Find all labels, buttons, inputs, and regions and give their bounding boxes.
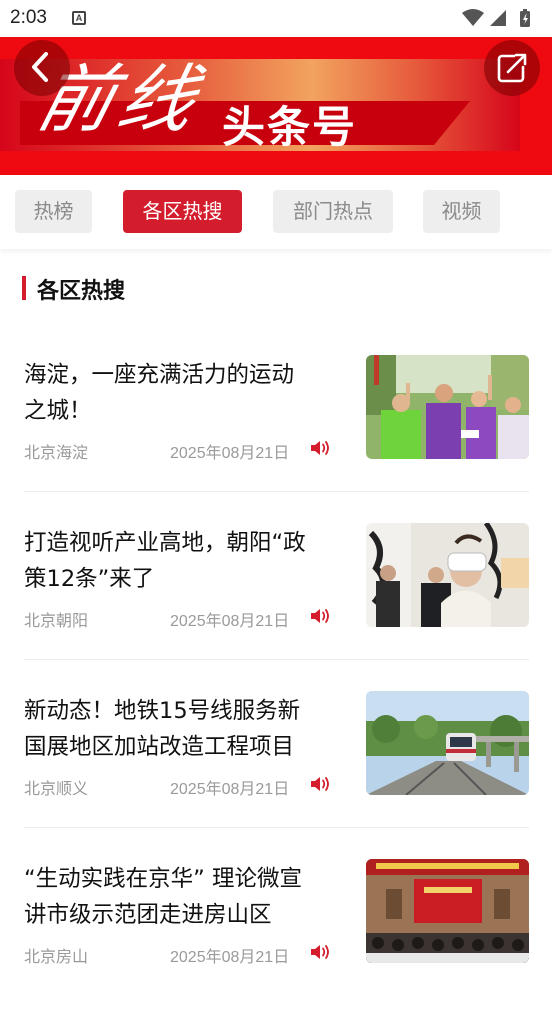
news-item[interactable]: 新动态！地铁15号线服务新 国展地区加站改造工程项目 北京顺义 2025年08月… — [0, 676, 552, 844]
header-banner: 前线 头条号 — [0, 37, 552, 175]
status-bar: 2:03 A — [0, 0, 552, 37]
news-thumbnail-subway[interactable] — [366, 691, 529, 795]
speaker-icon[interactable] — [310, 439, 332, 457]
news-date: 2025年08月21日 — [170, 781, 290, 798]
banner-title: 头条号 — [222, 103, 357, 153]
battery-icon — [520, 9, 530, 27]
news-source: 北京顺义 — [24, 779, 89, 798]
speaker-icon[interactable] — [310, 943, 332, 961]
news-source: 北京房山 — [24, 947, 89, 966]
news-divider — [24, 659, 529, 660]
news-source: 北京朝阳 — [24, 611, 89, 630]
category-tabs: 热榜 各区热搜 部门热点 视频 — [0, 175, 552, 249]
speaker-icon[interactable] — [310, 607, 332, 625]
news-title[interactable]: 打造视听产业高地，朝阳“政 策12条”来了 — [24, 525, 340, 597]
news-title-line: 海淀，一座充满活力的运动 — [24, 362, 295, 388]
news-title-line: 之城！ — [24, 398, 92, 424]
news-title[interactable]: 新动态！地铁15号线服务新 国展地区加站改造工程项目 — [24, 693, 340, 765]
news-item[interactable]: “生动实践在京华” 理论微宣 讲市级示范团走进房山区 北京房山 2025年08月… — [0, 844, 552, 1012]
news-date: 2025年08月21日 — [170, 445, 290, 462]
news-title[interactable]: “生动实践在京华” 理论微宣 讲市级示范团走进房山区 — [24, 861, 340, 933]
signal-icon — [490, 10, 506, 26]
news-thumbnail-vr[interactable] — [366, 523, 529, 627]
back-button[interactable] — [14, 40, 70, 96]
tab-district-hot[interactable]: 各区热搜 — [123, 190, 242, 233]
news-title-line: 新动态！地铁15号线服务新 — [24, 698, 301, 724]
news-title-line: 打造视听产业高地，朝阳“政 — [24, 530, 306, 556]
section-title: 各区热搜 — [37, 279, 126, 304]
news-thumbnail-runners[interactable] — [366, 355, 529, 459]
news-date: 2025年08月21日 — [170, 613, 290, 630]
news-item[interactable]: 打造视听产业高地，朝阳“政 策12条”来了 北京朝阳 2025年08月21日 — [0, 508, 552, 676]
notification-a-icon: A — [72, 11, 86, 25]
status-time: 2:03 — [10, 7, 47, 28]
news-thumbnail-conference[interactable] — [366, 859, 529, 963]
tab-hot-list[interactable]: 热榜 — [15, 190, 92, 233]
news-title-line: 国展地区加站改造工程项目 — [24, 734, 295, 760]
news-divider — [24, 827, 529, 828]
section-accent-bar — [22, 276, 26, 300]
chevron-left-icon — [32, 52, 48, 82]
news-divider — [24, 491, 529, 492]
news-source: 北京海淀 — [24, 443, 89, 462]
share-icon — [497, 53, 527, 83]
news-title-line: “生动实践在京华” 理论微宣 — [24, 866, 302, 892]
news-title[interactable]: 海淀，一座充满活力的运动 之城！ — [24, 357, 340, 429]
wifi-icon — [462, 9, 484, 26]
news-item[interactable]: 海淀，一座充满活力的运动 之城！ 北京海淀 2025年08月21日 — [0, 340, 552, 508]
news-title-line: 策12条”来了 — [24, 566, 155, 592]
news-title-line: 讲市级示范团走进房山区 — [24, 902, 272, 928]
status-icons — [462, 9, 530, 27]
share-button[interactable] — [484, 40, 540, 96]
speaker-icon[interactable] — [310, 775, 332, 793]
tab-department-hot[interactable]: 部门热点 — [273, 190, 393, 233]
tab-video[interactable]: 视频 — [423, 190, 500, 233]
news-date: 2025年08月21日 — [170, 949, 290, 966]
